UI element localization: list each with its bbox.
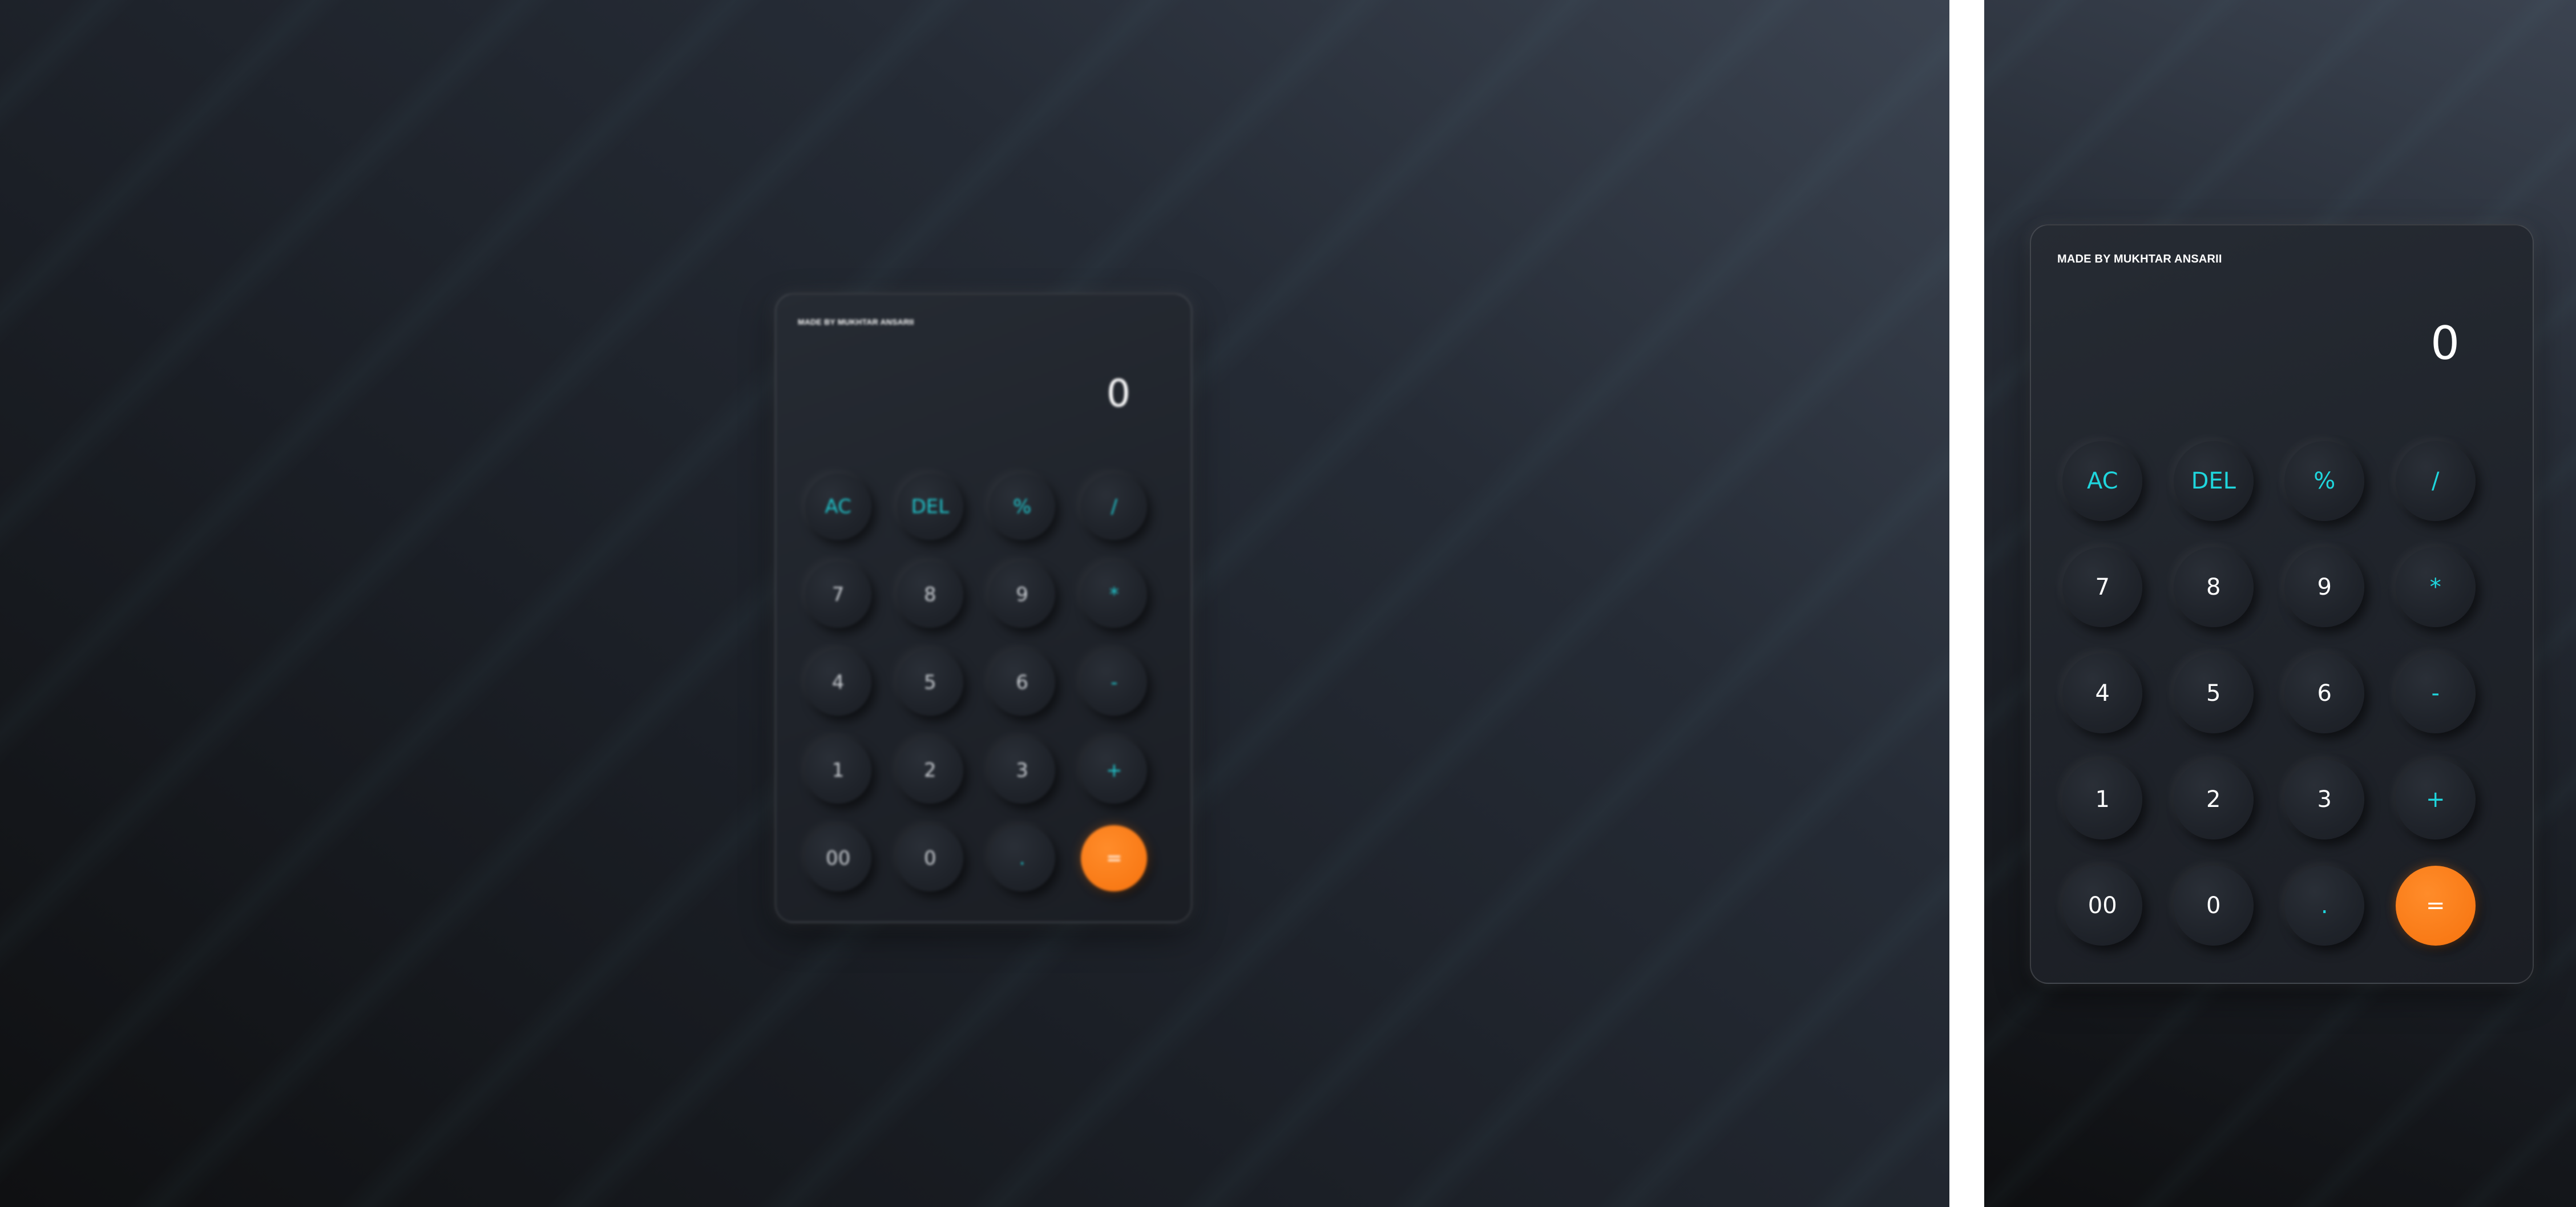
digit-7-button[interactable]: 7 xyxy=(2062,547,2143,627)
double-zero-button[interactable]: 00 xyxy=(805,825,871,891)
digit-9-button[interactable]: 9 xyxy=(989,562,1056,628)
digit-7-button[interactable]: 7 xyxy=(805,562,871,628)
all-clear-button[interactable]: AC xyxy=(805,474,871,540)
digit-5-button[interactable]: 5 xyxy=(2173,653,2254,733)
digit-4-button[interactable]: 4 xyxy=(805,649,871,716)
percent-button[interactable]: % xyxy=(2284,441,2365,521)
digit-1-button[interactable]: 1 xyxy=(805,737,871,804)
mobile-preview: MADE BY MUKHTAR ANSARII 0 AC DEL % / 7 8… xyxy=(1984,0,2576,1207)
calculator-card: MADE BY MUKHTAR ANSARII 0 AC DEL % / 7 8… xyxy=(2030,224,2534,984)
equals-button[interactable]: = xyxy=(2395,866,2476,946)
digit-4-button[interactable]: 4 xyxy=(2062,653,2143,733)
digit-8-button[interactable]: 8 xyxy=(897,562,963,628)
digit-6-button[interactable]: 6 xyxy=(2284,653,2365,733)
multiply-button[interactable]: * xyxy=(1081,562,1148,628)
divide-button[interactable]: / xyxy=(2395,441,2476,521)
credit-text: MADE BY MUKHTAR ANSARII xyxy=(798,317,914,326)
add-button[interactable]: + xyxy=(1081,737,1148,804)
subtract-button[interactable]: - xyxy=(1081,649,1148,716)
delete-button[interactable]: DEL xyxy=(2173,441,2254,521)
double-zero-button[interactable]: 00 xyxy=(2062,866,2143,946)
decimal-point-button[interactable]: . xyxy=(2284,866,2365,946)
multiply-button[interactable]: * xyxy=(2395,547,2476,627)
subtract-button[interactable]: - xyxy=(2395,653,2476,733)
digit-3-button[interactable]: 3 xyxy=(2284,760,2365,839)
add-button[interactable]: + xyxy=(2395,760,2476,839)
digit-6-button[interactable]: 6 xyxy=(989,649,1056,716)
digit-2-button[interactable]: 2 xyxy=(2173,760,2254,839)
digit-3-button[interactable]: 3 xyxy=(989,737,1056,804)
calculator-display: 0 xyxy=(1107,372,1130,415)
digit-9-button[interactable]: 9 xyxy=(2284,547,2365,627)
digit-0-button[interactable]: 0 xyxy=(2173,866,2254,946)
keypad: AC DEL % / 7 8 9 * 4 5 6 - 1 2 3 + 00 0 … xyxy=(792,463,1160,902)
digit-1-button[interactable]: 1 xyxy=(2062,760,2143,839)
equals-button[interactable]: = xyxy=(1081,825,1148,891)
digit-0-button[interactable]: 0 xyxy=(897,825,963,891)
calculator-card: MADE BY MUKHTAR ANSARII 0 AC DEL % / 7 8… xyxy=(775,293,1192,923)
decimal-point-button[interactable]: . xyxy=(989,825,1056,891)
digit-5-button[interactable]: 5 xyxy=(897,649,963,716)
credit-text: MADE BY MUKHTAR ANSARII xyxy=(2057,253,2222,265)
digit-2-button[interactable]: 2 xyxy=(897,737,963,804)
background-desktop-preview: MADE BY MUKHTAR ANSARII 0 AC DEL % / 7 8… xyxy=(0,0,1949,1207)
digit-8-button[interactable]: 8 xyxy=(2173,547,2254,627)
percent-button[interactable]: % xyxy=(989,474,1056,540)
delete-button[interactable]: DEL xyxy=(897,474,963,540)
divide-button[interactable]: / xyxy=(1081,474,1148,540)
all-clear-button[interactable]: AC xyxy=(2062,441,2143,521)
calculator-display: 0 xyxy=(2430,317,2460,370)
keypad: AC DEL % / 7 8 9 * 4 5 6 - 1 2 3 + 00 0 … xyxy=(2047,428,2491,959)
